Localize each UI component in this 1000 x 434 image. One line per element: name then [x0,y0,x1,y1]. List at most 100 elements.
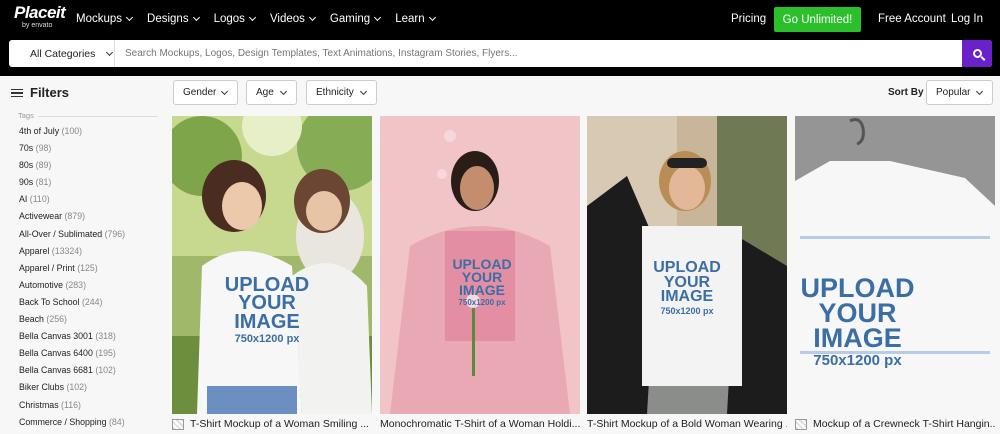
tag-count: (102) [66,382,87,393]
free-account-link[interactable]: Free Account [878,13,946,25]
nav-gaming-label: Gaming [329,13,371,25]
nav-gaming[interactable]: Gaming [329,13,382,25]
sort-by-label: Sort By [888,87,924,98]
logo-wordmark: Placeit [14,3,66,22]
product-card[interactable]: UPLOAD YOUR IMAGE 750x1200 px Monochroma… [380,116,580,433]
tag-item[interactable]: 90s (81) [19,177,125,194]
product-thumbnail[interactable]: UPLOAD YOUR IMAGE 750x1200 px [380,116,580,414]
tag-item[interactable]: Beach (256) [19,314,125,331]
tag-item[interactable]: Bella Canvas 3001 (318) [19,331,125,348]
age-filter[interactable]: Age [246,80,297,105]
tags-divider [38,116,158,117]
gender-filter[interactable]: Gender [173,80,238,105]
nav-videos-label: Videos [269,13,305,25]
chevron-down-icon [192,13,200,22]
tag-name: Beach [19,314,44,325]
gender-filter-label: Gender [183,87,217,98]
tag-name: 70s [19,143,34,154]
print-line: 750x1200 px [660,306,714,317]
tag-item[interactable]: Commerce / Shopping (84) [19,417,125,434]
product-card[interactable]: UPLOAD YOUR IMAGE 750x1200 px T-Shirt Mo… [587,116,787,433]
tag-count: (102) [95,365,116,376]
nav-logos[interactable]: Logos [213,13,256,25]
print-line: IMAGE [813,322,902,353]
tag-item[interactable]: Automotive (283) [19,280,125,297]
tag-count: (125) [77,262,98,273]
nav-learn[interactable]: Learn [395,13,436,25]
search-input[interactable] [115,40,962,67]
chevron-down-icon [428,13,436,22]
tags-section-label: Tags [18,111,34,120]
category-select-value: All Categories [30,47,96,60]
chevron-down-icon [248,13,256,22]
tag-name: Back To School [19,296,80,307]
sort-select[interactable]: Popular [926,80,993,105]
print-line: IMAGE [459,281,505,298]
nav-logos-label: Logos [213,13,245,25]
tag-count: (116) [61,399,81,410]
tag-name: Biker Clubs [19,382,64,393]
tag-name: Automotive [19,279,64,290]
search-icon [972,49,982,58]
pricing-link[interactable]: Pricing [731,13,766,25]
chevron-down-icon [106,48,114,56]
tag-name: Bella Canvas 6681 [19,365,93,376]
top-navbar: Placeit by envato Mockups Designs Logos … [0,0,1000,38]
filters-heading[interactable]: Filters [11,85,69,100]
tag-count: (100) [61,126,83,136]
tag-item[interactable]: Christmas (116) [19,400,125,417]
upload-placeholder-print: UPLOAD YOUR IMAGE 750x1200 px [795,275,920,370]
product-thumbnail[interactable]: UPLOAD YOUR IMAGE 750x1200 px [795,116,995,414]
tag-item[interactable]: Apparel / Print (125) [19,263,125,280]
nav-videos[interactable]: Videos [269,13,316,25]
product-title[interactable]: T-Shirt Mockup of a Woman Smiling ... [172,418,372,430]
mockup-photo-women-park [172,116,372,414]
product-card[interactable]: UPLOAD YOUR IMAGE 750x1200 px Mockup of … [795,116,995,433]
tag-count: (98) [35,143,52,154]
print-line: 750x1200 px [813,352,902,370]
ethnicity-filter[interactable]: Ethnicity [306,80,377,105]
tag-item[interactable]: AI (110) [19,194,125,211]
tag-count: (110) [29,194,50,205]
tag-item[interactable]: All-Over / Sublimated (796) [19,229,125,246]
tag-name: Commerce / Shopping [19,416,107,427]
login-link[interactable]: Log In [951,13,983,25]
upload-placeholder-print: UPLOAD YOUR IMAGE 750x1200 px [452,257,512,306]
product-title[interactable]: Mockup of a Crewneck T-Shirt Hangin... [795,418,995,430]
product-card[interactable]: UPLOAD YOUR IMAGE 750x1200 px T-Shirt Mo… [172,116,372,433]
category-select[interactable]: All Categories [9,40,115,67]
product-thumbnail[interactable]: UPLOAD YOUR IMAGE 750x1200 px [172,116,372,414]
tag-item[interactable]: Biker Clubs (102) [19,382,125,399]
tag-name: Christmas [19,399,59,410]
tag-item[interactable]: 80s (89) [19,160,125,177]
tag-name: Apparel [19,245,50,256]
product-title[interactable]: Monochromatic T-Shirt of a Woman Holdi..… [380,418,580,430]
go-unlimited-button[interactable]: Go Unlimited! [774,7,861,32]
tag-name: All-Over / Sublimated [19,228,103,239]
tag-item[interactable]: Apparel (13324) [19,246,125,263]
tag-item[interactable]: 4th of July (100) [19,126,125,143]
upload-placeholder-print: UPLOAD YOUR IMAGE 750x1200 px [647,260,727,317]
tag-item[interactable]: Bella Canvas 6681 (102) [19,365,125,382]
tag-item[interactable]: Bella Canvas 6400 (195) [19,348,125,365]
product-thumbnail[interactable]: UPLOAD YOUR IMAGE 750x1200 px [587,116,787,414]
product-title-text: Mockup of a Crewneck T-Shirt Hangin... [813,418,995,430]
nav-designs[interactable]: Designs [147,13,200,25]
tag-count: (318) [95,331,116,342]
print-line: YOUR [818,297,897,328]
tag-count: (84) [108,416,125,427]
tag-item[interactable]: 70s (98) [19,143,125,160]
nav-designs-label: Designs [147,13,189,25]
chevron-down-icon [308,13,316,22]
filters-sidebar: Filters Tags 4th of July (100) 70s (98) … [0,76,163,433]
tag-name: 4th of July [19,126,60,136]
tag-item[interactable]: Activewear (879) [19,211,125,228]
tag-name: Apparel / Print [19,262,75,273]
tag-item[interactable]: Back To School (244) [19,297,125,314]
search-button[interactable] [962,40,992,67]
search-bar-row: All Categories [0,38,1000,76]
nav-mockups[interactable]: Mockups [76,13,134,25]
nav-learn-label: Learn [395,13,425,25]
product-title[interactable]: T-Shirt Mockup of a Bold Woman Wearing .… [587,418,787,430]
placeit-logo[interactable]: Placeit by envato [14,4,68,34]
